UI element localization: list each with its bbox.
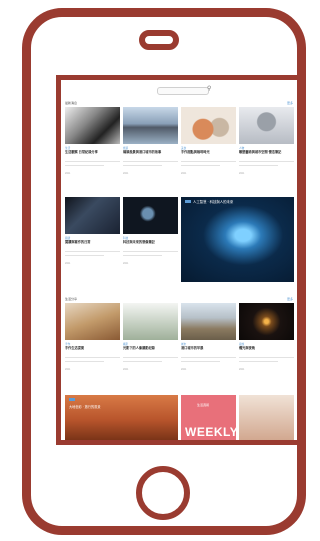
- article-thumbnail[interactable]: [65, 197, 120, 234]
- article-card[interactable]: 科技 科技與未來的想像筆記 2021: [123, 197, 178, 265]
- featured-badge: [69, 398, 75, 401]
- web-page: ⚲ 最新消息 更多 生活 生活觀察 日常紀錄分享 2021 旅遊 碼頭風景與港口…: [61, 80, 297, 440]
- excerpt-line: [181, 161, 236, 162]
- article-date: 2021: [123, 262, 129, 265]
- article-thumbnail[interactable]: [123, 197, 178, 234]
- article-date: 2021: [65, 368, 71, 371]
- article-date: 2021: [181, 172, 187, 175]
- article-card[interactable]: 手作 手作生活提案 2021: [65, 303, 120, 371]
- home-button[interactable]: [136, 466, 190, 520]
- excerpt-line: [239, 161, 294, 162]
- featured-article[interactable]: 大地色彩 · 旅行的風景: [65, 395, 178, 440]
- article-thumbnail[interactable]: [239, 303, 294, 340]
- article-thumbnail[interactable]: [65, 107, 120, 144]
- excerpt-line: [65, 161, 120, 162]
- excerpt-line: [239, 361, 278, 362]
- article-card[interactable]: 閱讀 閱讀與寫作的日常 2021: [65, 197, 120, 265]
- article-thumbnail[interactable]: [65, 303, 120, 340]
- featured-article[interactable]: 人工智慧 · 科技與人的未來: [181, 197, 294, 282]
- featured-title[interactable]: 大地色彩 · 旅行的風景: [69, 405, 101, 409]
- excerpt-line: [181, 165, 220, 166]
- article-card[interactable]: 人物 雕塑藝術與城市空間 慢活筆記 2021: [239, 107, 294, 175]
- excerpt-line: [65, 251, 120, 252]
- excerpt-line: [181, 361, 220, 362]
- section-more-link[interactable]: 更多: [287, 297, 293, 301]
- article-date: 2021: [181, 368, 187, 371]
- article-card[interactable]: 攝影 光影下的人像攝影紀錄 2021: [123, 303, 178, 371]
- article-date: 2021: [239, 172, 245, 175]
- section-more-link[interactable]: 更多: [287, 101, 293, 105]
- article-title[interactable]: 雕塑藝術與城市空間 慢活筆記: [239, 150, 294, 158]
- excerpt-line: [181, 357, 236, 358]
- article-thumbnail[interactable]: [123, 107, 178, 144]
- weekly-card[interactable]: 生活週報 WEEKLY: [181, 395, 236, 440]
- excerpt-line: [65, 165, 104, 166]
- search-icon[interactable]: ⚲: [207, 84, 211, 94]
- excerpt-line: [65, 255, 104, 256]
- featured-title[interactable]: 人工智慧 · 科技與人的未來: [193, 200, 233, 204]
- article-title[interactable]: 科技與未來的想像筆記: [123, 240, 178, 248]
- speaker-icon: [139, 30, 179, 50]
- article-card[interactable]: 夜晚 燭光與夜晚 2021: [239, 303, 294, 371]
- excerpt-line: [65, 357, 120, 358]
- article-card[interactable]: 生活 生活觀察 日常紀錄分享 2021: [65, 107, 120, 175]
- excerpt-line: [65, 361, 104, 362]
- excerpt-line: [123, 165, 162, 166]
- featured-badge: [185, 200, 191, 203]
- excerpt-line: [239, 357, 294, 358]
- article-thumbnail[interactable]: [181, 303, 236, 340]
- excerpt-line: [239, 165, 278, 166]
- excerpt-line: [123, 255, 162, 256]
- article-date: 2021: [65, 172, 71, 175]
- article-date: 2021: [123, 172, 129, 175]
- article-title[interactable]: 燭光與夜晚: [239, 346, 294, 354]
- article-title[interactable]: 港口城市的早晨: [181, 346, 236, 354]
- weekly-subtitle: 生活週報: [197, 403, 210, 407]
- search-input[interactable]: [157, 87, 209, 95]
- excerpt-line: [123, 357, 178, 358]
- article-title[interactable]: 光影下的人像攝影紀錄: [123, 346, 178, 354]
- article-thumbnail[interactable]: [239, 395, 294, 440]
- article-title[interactable]: 手作甜點與咖啡時光: [181, 150, 236, 158]
- excerpt-line: [123, 251, 178, 252]
- article-title[interactable]: 閱讀與寫作的日常: [65, 240, 120, 248]
- article-title[interactable]: 手作生活提案: [65, 346, 120, 354]
- excerpt-line: [123, 161, 178, 162]
- excerpt-line: [123, 361, 162, 362]
- article-thumbnail[interactable]: [123, 303, 178, 340]
- article-title[interactable]: 生活觀察 日常紀錄分享: [65, 150, 120, 158]
- article-card[interactable]: 美食 手作甜點與咖啡時光 2021: [181, 107, 236, 175]
- phone-screen: ⚲ 最新消息 更多 生活 生活觀察 日常紀錄分享 2021 旅遊 碼頭風景與港口…: [56, 75, 302, 445]
- article-date: 2021: [239, 368, 245, 371]
- section-title: 生活分享: [65, 297, 78, 301]
- weekly-title[interactable]: WEEKLY: [185, 426, 236, 438]
- section-title: 最新消息: [65, 101, 78, 105]
- article-card[interactable]: 旅遊 碼頭風景與港口城市的故事 2021: [123, 107, 178, 175]
- article-thumbnail[interactable]: [239, 107, 294, 144]
- article-title[interactable]: 碼頭風景與港口城市的故事: [123, 150, 178, 158]
- article-card[interactable]: 城市 港口城市的早晨 2021: [181, 303, 236, 371]
- article-thumbnail[interactable]: [181, 107, 236, 144]
- article-date: 2021: [65, 262, 71, 265]
- article-date: 2021: [123, 368, 129, 371]
